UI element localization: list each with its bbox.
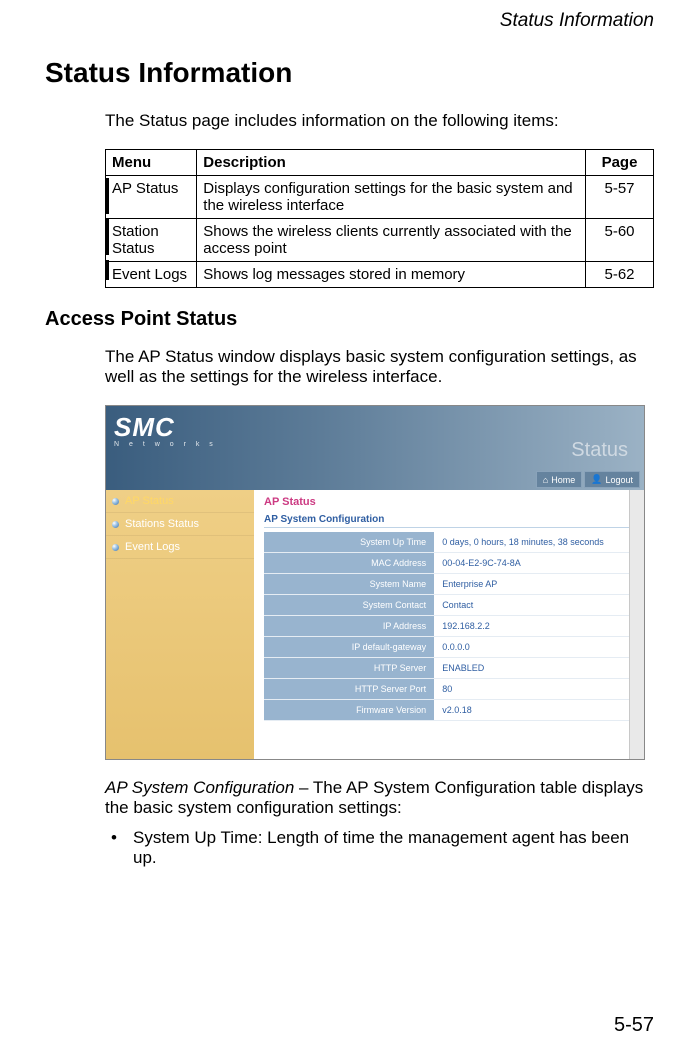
- ui-section-title: AP System Configuration: [264, 512, 634, 528]
- sidebar-item-label: Event Logs: [125, 541, 180, 553]
- cfg-label: System Up Time: [264, 532, 434, 553]
- logout-label: Logout: [605, 475, 633, 485]
- sidebar-item-stations-status[interactable]: Stations Status: [106, 513, 254, 536]
- cell-menu: AP Status: [106, 176, 197, 219]
- cfg-value: 00-04-E2-9C-74-8A: [434, 553, 634, 574]
- table-row: IP default-gateway0.0.0.0: [264, 637, 634, 658]
- ui-body: AP Status Stations Status Event Logs: [106, 490, 644, 759]
- brand-logo: SMC: [114, 412, 636, 443]
- cell-page: 5-57: [586, 176, 654, 219]
- bullet-icon: [112, 544, 119, 551]
- intro-text: The Status page includes information on …: [105, 111, 654, 131]
- cfg-label: HTTP Server Port: [264, 679, 434, 700]
- table-row: AP Status Displays configuration setting…: [106, 176, 654, 219]
- page-title: Status Information: [45, 57, 654, 89]
- cfg-label: MAC Address: [264, 553, 434, 574]
- ui-main: AP Status AP System Configuration System…: [254, 490, 644, 759]
- device-ui: SMC N e t w o r k s Status ⌂ Home 👤 Logo…: [105, 405, 645, 760]
- bullet-icon: [112, 498, 119, 505]
- list-item: System Up Time: Length of time the manag…: [105, 828, 654, 868]
- cell-page: 5-60: [586, 219, 654, 262]
- cell-desc: Shows log messages stored in memory: [197, 262, 586, 288]
- caption-term: AP System Configuration: [105, 778, 294, 797]
- cfg-label: System Name: [264, 574, 434, 595]
- cfg-value: 80: [434, 679, 634, 700]
- brand-subtext: N e t w o r k s: [114, 441, 636, 448]
- logout-button[interactable]: 👤 Logout: [584, 471, 640, 488]
- cfg-value: v2.0.18: [434, 700, 634, 721]
- cell-desc: Shows the wireless clients currently ass…: [197, 219, 586, 262]
- table-row: HTTP Server Port80: [264, 679, 634, 700]
- banner-section-label: Status: [571, 439, 628, 462]
- cell-desc: Displays configuration settings for the …: [197, 176, 586, 219]
- ui-main-title: AP Status: [264, 496, 634, 508]
- running-header: Status Information: [45, 10, 654, 32]
- col-page: Page: [586, 150, 654, 176]
- cfg-label: IP Address: [264, 616, 434, 637]
- scrollbar[interactable]: [629, 490, 644, 759]
- col-menu: Menu: [106, 150, 197, 176]
- table-row: System Up Time0 days, 0 hours, 18 minute…: [264, 532, 634, 553]
- cfg-value: 192.168.2.2: [434, 616, 634, 637]
- table-header-row: Menu Description Page: [106, 150, 654, 176]
- sidebar-item-label: Stations Status: [125, 518, 199, 530]
- change-bar: [105, 219, 109, 255]
- home-label: Home: [551, 475, 575, 485]
- caption-paragraph: AP System Configuration – The AP System …: [105, 778, 654, 818]
- ui-banner: SMC N e t w o r k s Status ⌂ Home 👤 Logo…: [106, 406, 644, 490]
- table-row: Firmware Versionv2.0.18: [264, 700, 634, 721]
- config-table: System Up Time0 days, 0 hours, 18 minute…: [264, 532, 634, 721]
- cell-page: 5-62: [586, 262, 654, 288]
- cfg-value: Enterprise AP: [434, 574, 634, 595]
- table-row: MAC Address00-04-E2-9C-74-8A: [264, 553, 634, 574]
- cfg-value: 0.0.0.0: [434, 637, 634, 658]
- cfg-value: 0 days, 0 hours, 18 minutes, 38 seconds: [434, 532, 634, 553]
- subsection-title: Access Point Status: [45, 308, 654, 331]
- table-row: IP Address192.168.2.2: [264, 616, 634, 637]
- title-word: Status: [282, 496, 316, 508]
- bullet-icon: [112, 521, 119, 528]
- menu-description-table: Menu Description Page AP Status Displays…: [105, 149, 654, 288]
- subsection-intro: The AP Status window displays basic syst…: [105, 347, 654, 387]
- cfg-value: Contact: [434, 595, 634, 616]
- screenshot: SMC N e t w o r k s Status ⌂ Home 👤 Logo…: [105, 405, 654, 760]
- title-prefix: AP: [264, 496, 282, 508]
- cell-menu: Event Logs: [106, 262, 197, 288]
- table-row: HTTP ServerENABLED: [264, 658, 634, 679]
- page-number: 5-57: [614, 1014, 654, 1037]
- sidebar-item-ap-status[interactable]: AP Status: [106, 490, 254, 513]
- cfg-value: ENABLED: [434, 658, 634, 679]
- user-icon: 👤: [591, 474, 602, 485]
- cfg-label: HTTP Server: [264, 658, 434, 679]
- cfg-label: Firmware Version: [264, 700, 434, 721]
- sidebar-item-label: AP Status: [125, 495, 174, 507]
- table-row: System ContactContact: [264, 595, 634, 616]
- table-row: System NameEnterprise AP: [264, 574, 634, 595]
- sidebar-item-event-logs[interactable]: Event Logs: [106, 536, 254, 559]
- home-icon: ⌂: [543, 475, 548, 485]
- table-row: Event Logs Shows log messages stored in …: [106, 262, 654, 288]
- cell-menu: Station Status: [106, 219, 197, 262]
- home-button[interactable]: ⌂ Home: [536, 471, 582, 488]
- cfg-label: IP default-gateway: [264, 637, 434, 658]
- change-bar: [105, 260, 109, 280]
- change-bar: [105, 178, 109, 214]
- bullet-list: System Up Time: Length of time the manag…: [105, 828, 654, 868]
- col-description: Description: [197, 150, 586, 176]
- table-row: Station Status Shows the wireless client…: [106, 219, 654, 262]
- sidebar: AP Status Stations Status Event Logs: [106, 490, 254, 759]
- cfg-label: System Contact: [264, 595, 434, 616]
